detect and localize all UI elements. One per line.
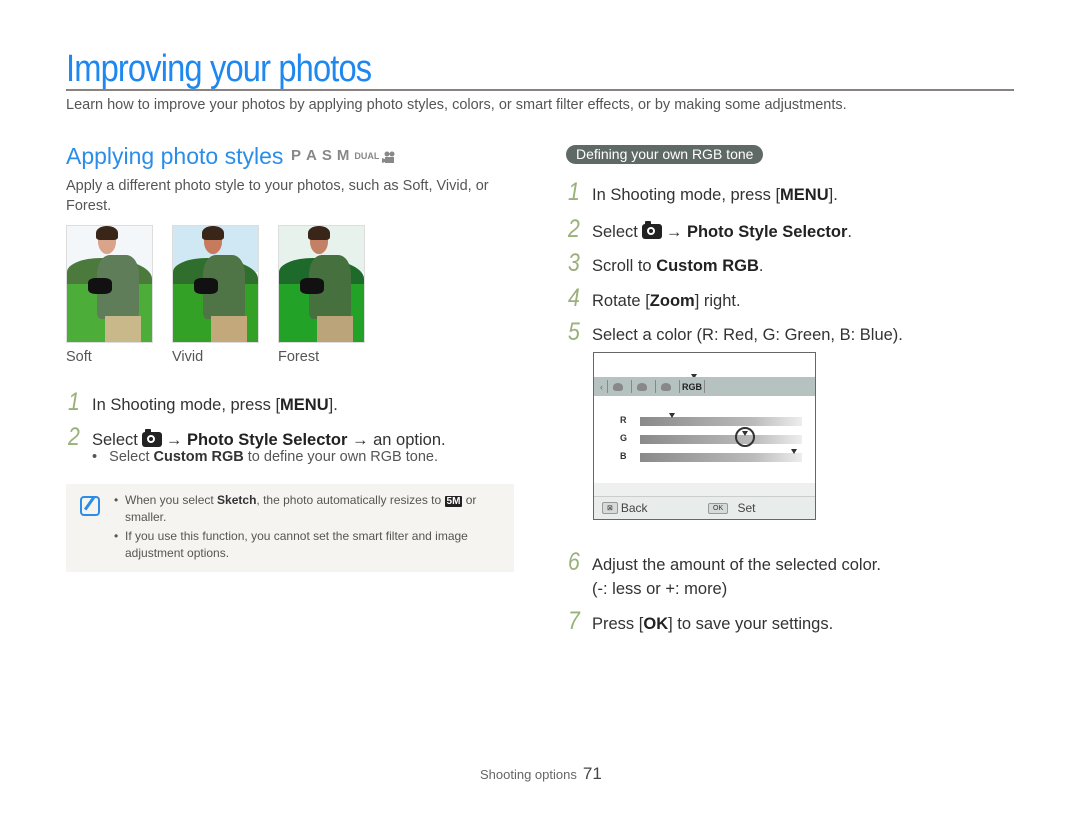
style-tabs: ‹ RGB bbox=[594, 377, 815, 396]
style-tab bbox=[607, 380, 627, 393]
camera-screen-preview: ‹ RGB RGB ⊠ Back OK Set bbox=[593, 352, 816, 520]
custom-rgb-bullet: • Select Custom RGB to define your own R… bbox=[92, 449, 438, 465]
step-number: 4 bbox=[567, 284, 580, 312]
photo-card: Vivid bbox=[172, 225, 259, 365]
camera-icon bbox=[141, 429, 162, 447]
style-tab bbox=[631, 380, 651, 393]
rgb-step-4: 4 Rotate [Zoom] right. bbox=[566, 284, 741, 313]
photo-label: Forest bbox=[278, 349, 320, 365]
rgb-step-1: 1 In Shooting mode, press [MENU]. bbox=[566, 178, 838, 207]
slider-thumb-icon bbox=[790, 449, 797, 454]
step-2: 2 Select → Photo Style Selector → an opti… bbox=[66, 423, 446, 452]
slider-thumb-icon bbox=[669, 413, 676, 418]
style-tab-rgb: RGB bbox=[679, 380, 705, 393]
note-box: When you select Sketch, the photo automa… bbox=[66, 484, 514, 572]
rgb-step-7: 7 Press [OK] to save your settings. bbox=[566, 607, 833, 636]
section-title: Applying photo styles bbox=[66, 143, 284, 169]
section-description: Apply a different photo style to your ph… bbox=[66, 178, 489, 214]
page-footer: Shooting options 71 bbox=[480, 764, 602, 784]
photo-card: Forest bbox=[278, 225, 365, 365]
photo-soft bbox=[66, 225, 153, 343]
slider-track bbox=[640, 417, 802, 426]
page-number: 71 bbox=[582, 764, 602, 783]
back-button: ⊠ Back bbox=[602, 501, 648, 515]
step-number: 2 bbox=[567, 215, 580, 243]
step-text: Adjust the amount of the selected color.… bbox=[592, 556, 881, 598]
step-1: 1 In Shooting mode, press [MENU]. bbox=[66, 388, 338, 417]
photo-card: Soft bbox=[66, 225, 153, 365]
subsection-pill: Defining your own RGB tone bbox=[566, 145, 764, 164]
shooting-modes: P A S M DUAL bbox=[291, 147, 396, 164]
step-text: Select a color (R: Red, G: Green, B: Blu… bbox=[592, 326, 903, 344]
step-number: 5 bbox=[567, 318, 580, 346]
photo-vivid bbox=[172, 225, 259, 343]
resolution-5m-icon: 5M bbox=[444, 496, 463, 507]
dual-is-icon: DUAL bbox=[354, 150, 380, 161]
slider-g: G bbox=[594, 427, 815, 447]
step-number: 7 bbox=[567, 607, 580, 635]
rgb-step-6: 6 Adjust the amount of the selected colo… bbox=[566, 548, 881, 601]
camera-icon bbox=[641, 221, 662, 239]
set-button: OK Set bbox=[708, 501, 755, 515]
mode-p: P bbox=[291, 147, 304, 164]
menu-key-icon: ⊠ bbox=[602, 502, 618, 514]
mode-m: M bbox=[336, 147, 352, 164]
slider-track bbox=[640, 435, 802, 444]
slider-r: R bbox=[594, 413, 815, 427]
step-number: 3 bbox=[567, 249, 580, 277]
photo-examples: Soft Vivid Forest bbox=[66, 225, 365, 365]
step-text: Rotate [Zoom] right. bbox=[592, 292, 741, 310]
step-number: 2 bbox=[67, 423, 80, 451]
mode-a: A bbox=[306, 147, 319, 164]
slider-b: B bbox=[594, 449, 815, 463]
note-item: When you select Sketch, the photo automa… bbox=[114, 492, 494, 526]
note-item: If you use this function, you cannot set… bbox=[114, 528, 494, 562]
photo-forest bbox=[278, 225, 365, 343]
step-text: Select → Photo Style Selector → an option… bbox=[92, 429, 446, 449]
selection-ring-icon bbox=[735, 427, 756, 447]
step-number: 6 bbox=[567, 548, 580, 576]
step-text: In Shooting mode, press [MENU]. bbox=[92, 396, 338, 414]
mode-s: S bbox=[321, 147, 334, 164]
note-icon bbox=[80, 496, 100, 516]
photo-label: Vivid bbox=[172, 349, 204, 365]
rgb-step-2: 2 Select → Photo Style Selector. bbox=[566, 215, 852, 244]
step-text: Select → Photo Style Selector. bbox=[592, 221, 853, 241]
intro-text: Learn how to improve your photos by appl… bbox=[66, 97, 847, 113]
title-divider bbox=[66, 89, 1014, 91]
chevron-left-icon: ‹ bbox=[600, 381, 603, 392]
page-title: Improving your photos bbox=[66, 48, 372, 90]
photo-label: Soft bbox=[66, 349, 92, 365]
movie-icon bbox=[382, 150, 396, 163]
step-text: Scroll to Custom RGB. bbox=[592, 257, 764, 275]
footer-section: Shooting options bbox=[480, 767, 577, 782]
step-number: 1 bbox=[567, 178, 580, 206]
rgb-step-3: 3 Scroll to Custom RGB. bbox=[566, 249, 764, 278]
slider-label: G bbox=[620, 433, 628, 443]
step-text: Press [OK] to save your settings. bbox=[592, 615, 834, 633]
style-tab bbox=[655, 380, 675, 393]
slider-label: B bbox=[620, 451, 627, 461]
slider-track bbox=[640, 453, 802, 462]
screen-bottom-bar: ⊠ Back OK Set bbox=[594, 496, 815, 519]
step-text: In Shooting mode, press [MENU]. bbox=[592, 186, 838, 204]
step-number: 1 bbox=[67, 388, 80, 416]
slider-label: R bbox=[620, 415, 627, 425]
ok-key-icon: OK bbox=[708, 502, 729, 514]
rgb-step-5: 5 Select a color (R: Red, G: Green, B: B… bbox=[566, 318, 903, 347]
